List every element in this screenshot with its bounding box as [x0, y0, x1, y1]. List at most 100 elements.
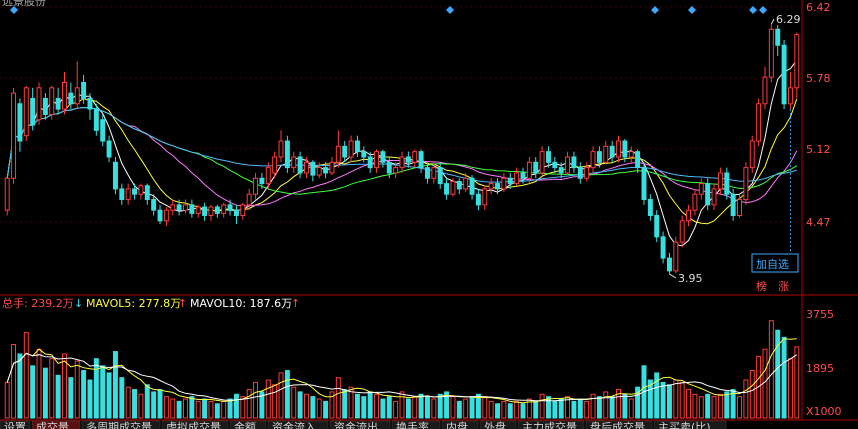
volume-bar [679, 381, 685, 419]
volume-bar [666, 384, 672, 419]
volume-bar [87, 379, 93, 419]
candle-body [106, 140, 112, 158]
indicator-tab[interactable]: 虚拟成交量 [161, 420, 229, 429]
volume-bar [132, 389, 138, 419]
candle-body [93, 108, 99, 131]
volume-bar [253, 381, 259, 419]
volume-bar [42, 367, 48, 419]
volume-bar [501, 400, 507, 419]
rise-badge[interactable]: 涨 [778, 280, 789, 293]
volume-bar [545, 396, 551, 419]
volume-bar [469, 396, 475, 419]
indicator-tabs[interactable]: 设置 成交量 多周期成交量 虚拟成交量 金额 资金流入 资金流出 换手率 内盘 外盘 主力成交量 盘后… [0, 420, 727, 429]
volume-bar [297, 391, 303, 419]
candle-body [781, 44, 787, 105]
volume-bar [794, 346, 800, 419]
indicator-tab[interactable]: 资金流入 [267, 420, 329, 429]
low-label: 3.95 [678, 272, 703, 285]
volume-bar [354, 393, 360, 419]
candle-body [367, 156, 373, 169]
candle-body [163, 209, 169, 222]
candle-body [100, 119, 106, 142]
candle-body [705, 183, 711, 206]
volume-bars[interactable] [4, 320, 800, 419]
candle-body [475, 193, 481, 206]
candle-body [297, 156, 303, 174]
indicator-tab[interactable]: 内盘 [441, 420, 479, 429]
indicator-tab[interactable]: 设置 [0, 420, 31, 429]
volume-bar [705, 393, 711, 419]
candle-body [698, 183, 704, 195]
volume-bar [74, 360, 80, 419]
candle-body [74, 87, 80, 105]
tab-label: 资金流入 [272, 420, 316, 429]
candle-body [686, 209, 692, 222]
candle-body [603, 145, 609, 163]
volume-bar [93, 358, 99, 419]
indicator-tab[interactable]: 多周期成交量 [81, 420, 161, 429]
indicator-tab[interactable]: 换手率 [391, 420, 441, 429]
candle-body [768, 28, 774, 78]
candle-body [418, 151, 424, 169]
indicator-tab[interactable]: 金额 [229, 420, 267, 429]
indicator-tab[interactable]: 外盘 [479, 420, 517, 429]
candle-body [775, 28, 781, 46]
candle-body [119, 188, 125, 201]
indicator-tab[interactable]: 资金流出 [329, 420, 391, 429]
candle-body [374, 151, 380, 169]
volume-bar [30, 365, 36, 419]
indicator-tab[interactable]: 盘后成交量 [585, 420, 653, 429]
volume-bar [151, 391, 157, 419]
volume-bar [737, 396, 742, 419]
indicator-tab[interactable]: 成交量 [31, 420, 81, 429]
candle-body [673, 241, 679, 272]
volume-bar [405, 398, 411, 419]
volume-bar [49, 358, 55, 419]
volume-bar [100, 365, 106, 419]
volume-bar [584, 400, 590, 419]
indicator-tab[interactable]: 主买卖(比) [653, 420, 727, 429]
tab-label: 外盘 [484, 420, 506, 429]
indicator-tab[interactable]: 主力成交量 [517, 420, 585, 429]
candle-body [711, 188, 717, 206]
volume-bar [533, 400, 539, 419]
candle-body [30, 97, 36, 126]
volume-bar [654, 372, 660, 419]
tab-label: 资金流出 [334, 420, 378, 429]
candle-body [62, 81, 67, 110]
add-watchlist-button[interactable]: 加自选 [751, 253, 799, 273]
candle-body [444, 183, 450, 195]
volume-bar [55, 374, 61, 419]
candle-body [272, 156, 278, 174]
price-tick: 4.47 [806, 216, 831, 229]
event-marker-icon [688, 6, 696, 14]
volume-bar [246, 389, 252, 419]
high-leader-line [770, 18, 775, 25]
total-volume: 总手: 239.2万 [2, 296, 74, 310]
volume-bar [590, 393, 596, 419]
up-arrow-icon: ↑ [178, 297, 187, 310]
up-arrow-icon: ↓ [74, 297, 83, 310]
volume-bar [724, 391, 730, 419]
candle-body [488, 183, 494, 190]
volume-bar [272, 384, 278, 419]
candle-body [354, 140, 360, 153]
candle-body [584, 167, 590, 179]
volume-bar [316, 398, 322, 419]
volume-unit: X1000 [806, 405, 842, 418]
candle-body [635, 151, 641, 169]
mavol5-value: MAVOL5: 277.8万 [86, 297, 181, 310]
candle-body [259, 177, 265, 185]
candle-body [335, 145, 341, 163]
candle-body [431, 167, 437, 179]
candlestick-series[interactable] [4, 23, 800, 275]
tab-label: 成交量 [36, 420, 69, 429]
candle-body [577, 167, 583, 179]
candle-body [227, 204, 233, 211]
volume-bar [310, 396, 316, 419]
candle-body [622, 140, 628, 158]
volume-bar [81, 370, 87, 419]
candle-body [794, 34, 800, 89]
rank-badge[interactable]: 榜 [756, 279, 767, 293]
candle-body [450, 180, 456, 195]
